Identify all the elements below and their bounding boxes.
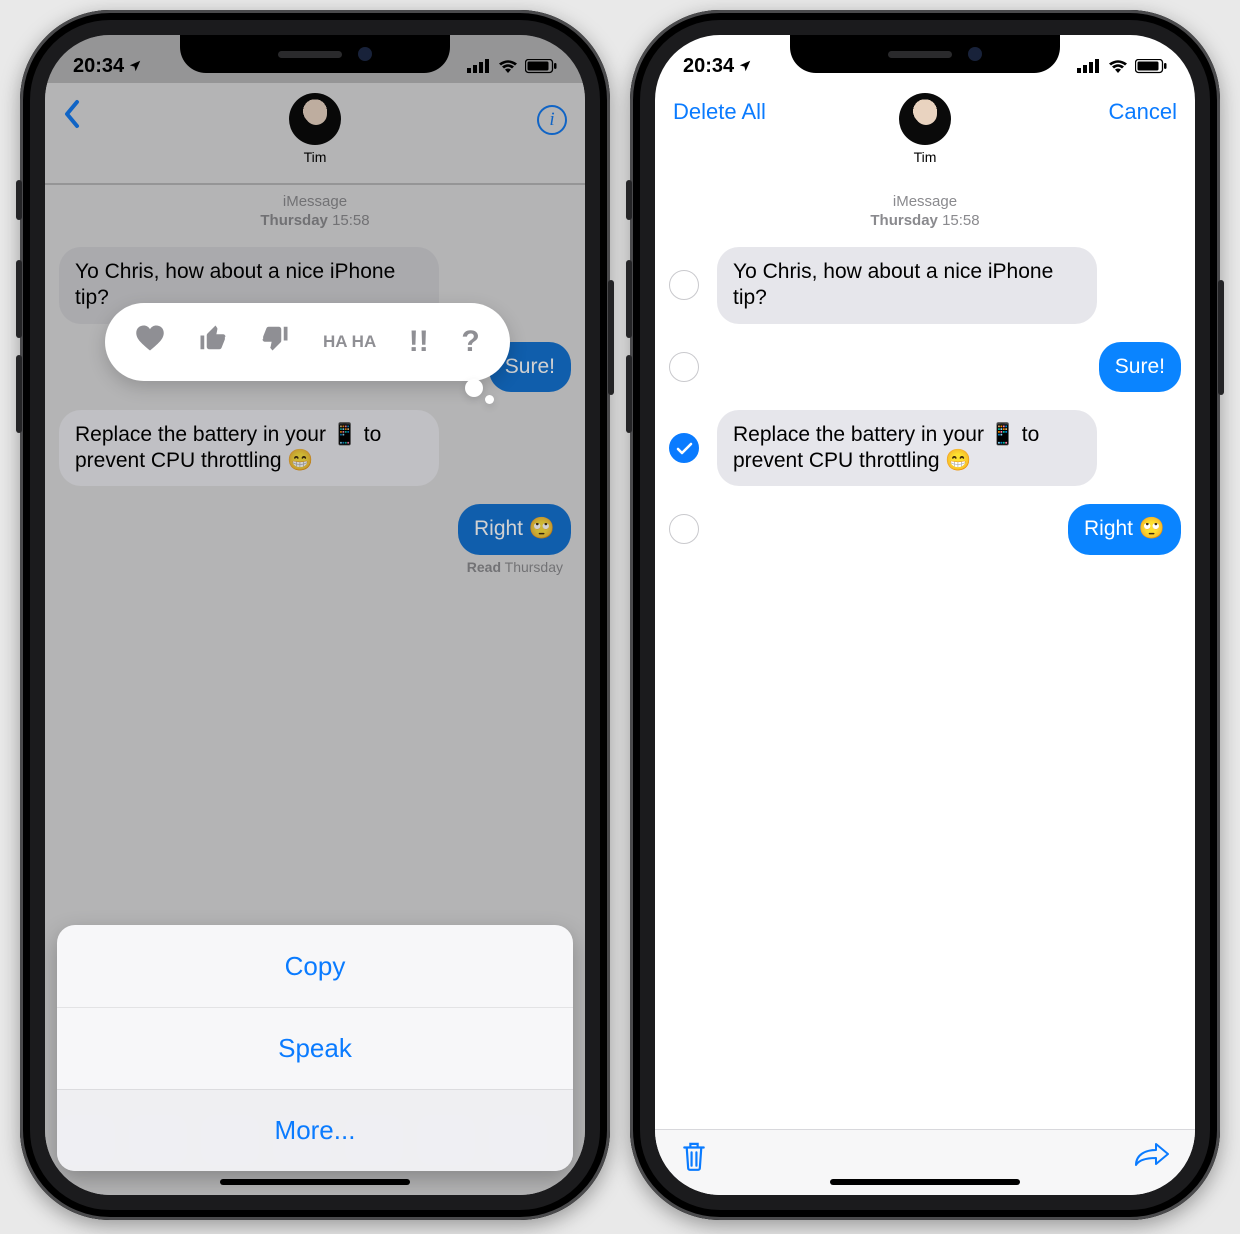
- message-row: Sure!: [669, 342, 1181, 392]
- notch: [790, 35, 1060, 73]
- read-receipt: Read Thursday: [59, 559, 571, 575]
- info-button[interactable]: i: [537, 105, 567, 135]
- cancel-button[interactable]: Cancel: [1067, 93, 1177, 125]
- message-row: Replace the battery in your 📱 to prevent…: [669, 410, 1181, 487]
- meta-day: Thursday: [260, 212, 328, 229]
- volume-down-button: [16, 355, 22, 433]
- chevron-left-icon: [63, 99, 81, 129]
- side-button: [608, 280, 614, 395]
- contact-avatar[interactable]: [289, 93, 341, 145]
- trash-button[interactable]: [679, 1139, 709, 1173]
- contact-name: Tim: [914, 149, 937, 165]
- meta-time: 15:58: [942, 212, 980, 229]
- thread-meta: iMessage Thursday 15:58: [59, 193, 571, 229]
- message-row: Replace the battery in your 📱 to prevent…: [59, 410, 571, 487]
- volume-up-button: [16, 260, 22, 338]
- meta-time: 15:58: [332, 212, 370, 229]
- battery-icon: [525, 59, 557, 74]
- battery-icon: [1135, 59, 1167, 74]
- select-circle[interactable]: [669, 352, 699, 382]
- message-row: Yo Chris, how about a nice iPhone tip?: [669, 247, 1181, 324]
- tapback-dislike[interactable]: [260, 323, 290, 361]
- delete-all-button[interactable]: Delete All: [673, 93, 783, 125]
- forward-arrow-icon: [1133, 1141, 1171, 1171]
- home-indicator[interactable]: [220, 1179, 410, 1185]
- tapback-heart[interactable]: [135, 324, 165, 360]
- read-when: Thursday: [505, 559, 563, 575]
- wifi-icon: [498, 59, 518, 74]
- message-bubble-sent[interactable]: Sure!: [1099, 342, 1181, 392]
- thread-meta: iMessage Thursday 15:58: [669, 193, 1181, 229]
- contact-name: Tim: [304, 149, 327, 165]
- location-icon: [128, 59, 142, 73]
- volume-down-button: [626, 355, 632, 433]
- message-bubble-received[interactable]: Yo Chris, how about a nice iPhone tip?: [717, 247, 1097, 324]
- select-circle-checked[interactable]: [669, 433, 699, 463]
- action-sheet: Copy Speak More...: [57, 925, 573, 1171]
- tapback-question[interactable]: ?: [461, 325, 479, 359]
- notch: [180, 35, 450, 73]
- volume-up-button: [626, 260, 632, 338]
- forward-button[interactable]: [1133, 1141, 1171, 1171]
- chat-header: Tim i: [45, 83, 585, 183]
- action-copy[interactable]: Copy: [57, 925, 573, 1007]
- select-circle[interactable]: [669, 270, 699, 300]
- action-more[interactable]: More...: [57, 1089, 573, 1171]
- trash-icon: [679, 1139, 709, 1173]
- tapback-like[interactable]: [198, 323, 228, 361]
- status-time: 20:34: [73, 55, 142, 78]
- silence-switch: [626, 180, 632, 220]
- service-label: iMessage: [669, 193, 1181, 210]
- check-icon: [676, 442, 693, 455]
- location-icon: [738, 59, 752, 73]
- status-time-text: 20:34: [73, 55, 124, 78]
- silence-switch: [16, 180, 22, 220]
- message-row: Right 🙄: [669, 504, 1181, 554]
- status-time: 20:34: [683, 55, 752, 78]
- phone-left: 20:34 Tim i iMessage: [20, 10, 610, 1220]
- message-thread-edit: iMessage Thursday 15:58 Yo Chris, how ab…: [655, 185, 1195, 1195]
- phone-right: 20:34 Delete All Tim Cancel iMessage Thu…: [630, 10, 1220, 1220]
- message-bubble-sent[interactable]: Right 🙄: [1068, 504, 1181, 554]
- cellular-icon: [467, 59, 491, 73]
- message-bubble-sent[interactable]: Right 🙄: [458, 504, 571, 554]
- meta-day: Thursday: [870, 212, 938, 229]
- tapback-picker: HA HA !! ?: [105, 303, 510, 381]
- side-button: [1218, 280, 1224, 395]
- service-label: iMessage: [59, 193, 571, 210]
- message-row: Right 🙄: [59, 504, 571, 554]
- wifi-icon: [1108, 59, 1128, 74]
- tapback-emphasize[interactable]: !!: [409, 325, 429, 359]
- read-label: Read: [467, 559, 501, 575]
- tapback-haha[interactable]: HA HA: [323, 335, 376, 349]
- action-speak[interactable]: Speak: [57, 1007, 573, 1089]
- home-indicator[interactable]: [830, 1179, 1020, 1185]
- chat-header-edit: Delete All Tim Cancel: [655, 83, 1195, 183]
- status-time-text: 20:34: [683, 55, 734, 78]
- message-bubble-received-selected[interactable]: Replace the battery in your 📱 to prevent…: [59, 410, 439, 487]
- edit-toolbar: [655, 1129, 1195, 1195]
- select-circle[interactable]: [669, 514, 699, 544]
- back-button[interactable]: [63, 93, 173, 135]
- cellular-icon: [1077, 59, 1101, 73]
- contact-avatar[interactable]: [899, 93, 951, 145]
- message-bubble-received[interactable]: Replace the battery in your 📱 to prevent…: [717, 410, 1097, 487]
